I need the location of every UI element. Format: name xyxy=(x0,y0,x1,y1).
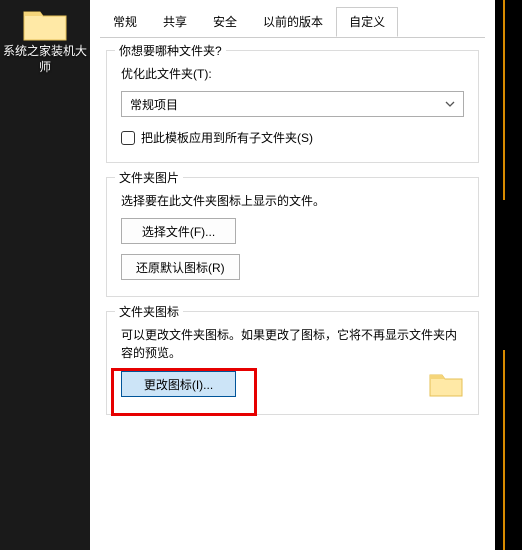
restore-default-button[interactable]: 还原默认图标(R) xyxy=(121,254,240,280)
icon-desc: 可以更改文件夹图标。如果更改了图标，它将不再显示文件夹内容的预览。 xyxy=(121,326,464,362)
tab-label: 自定义 xyxy=(349,15,385,29)
folder-icon-preview xyxy=(428,370,464,398)
customize-panel: 你想要哪种文件夹? 优化此文件夹(T): 常规项目 把此模板应用到所有子文件夹(… xyxy=(90,38,495,415)
optimize-label: 优化此文件夹(T): xyxy=(121,65,464,83)
tab-label: 共享 xyxy=(163,15,187,29)
button-label: 选择文件(F)... xyxy=(142,223,215,240)
checkbox-icon xyxy=(121,131,135,145)
folder-icon xyxy=(428,370,464,398)
fieldset-legend: 文件夹图片 xyxy=(115,169,183,186)
button-label: 还原默认图标(R) xyxy=(136,259,225,276)
checkbox-label: 把此模板应用到所有子文件夹(S) xyxy=(141,129,313,146)
desktop-icon-label: 系统之家装机大师 xyxy=(0,44,90,75)
tab-label: 常规 xyxy=(113,15,137,29)
tab-previous-versions[interactable]: 以前的版本 xyxy=(250,7,336,36)
button-label: 更改图标(I)... xyxy=(144,376,213,393)
folder-icon xyxy=(22,6,68,42)
tab-general[interactable]: 常规 xyxy=(100,7,150,36)
tab-bar: 常规 共享 安全 以前的版本 自定义 xyxy=(90,0,495,37)
tab-label: 安全 xyxy=(213,15,237,29)
desktop-background: 系统之家装机大师 xyxy=(0,0,90,550)
fieldset-legend: 你想要哪种文件夹? xyxy=(115,42,226,59)
optimize-select[interactable]: 常规项目 xyxy=(121,91,464,117)
apply-subfolders-checkbox-row[interactable]: 把此模板应用到所有子文件夹(S) xyxy=(121,129,464,146)
fieldset-legend: 文件夹图标 xyxy=(115,303,183,320)
select-value: 常规项目 xyxy=(130,96,178,113)
tab-customize[interactable]: 自定义 xyxy=(336,7,398,37)
desktop-folder-shortcut[interactable]: 系统之家装机大师 xyxy=(0,6,90,75)
folder-picture-fieldset: 文件夹图片 选择要在此文件夹图标上显示的文件。 选择文件(F)... 还原默认图… xyxy=(106,177,479,297)
properties-dialog: 常规 共享 安全 以前的版本 自定义 你想要哪种文件夹? 优化此文件夹(T): … xyxy=(90,0,495,550)
chevron-down-icon xyxy=(445,101,455,107)
choose-file-button[interactable]: 选择文件(F)... xyxy=(121,218,236,244)
folder-type-fieldset: 你想要哪种文件夹? 优化此文件夹(T): 常规项目 把此模板应用到所有子文件夹(… xyxy=(106,50,479,163)
folder-icon-fieldset: 文件夹图标 可以更改文件夹图标。如果更改了图标，它将不再显示文件夹内容的预览。 … xyxy=(106,311,479,415)
tab-label: 以前的版本 xyxy=(263,15,323,29)
picture-desc: 选择要在此文件夹图标上显示的文件。 xyxy=(121,192,464,210)
right-edge-background xyxy=(495,0,522,550)
tab-sharing[interactable]: 共享 xyxy=(150,7,200,36)
tab-security[interactable]: 安全 xyxy=(200,7,250,36)
change-icon-button[interactable]: 更改图标(I)... xyxy=(121,371,236,397)
